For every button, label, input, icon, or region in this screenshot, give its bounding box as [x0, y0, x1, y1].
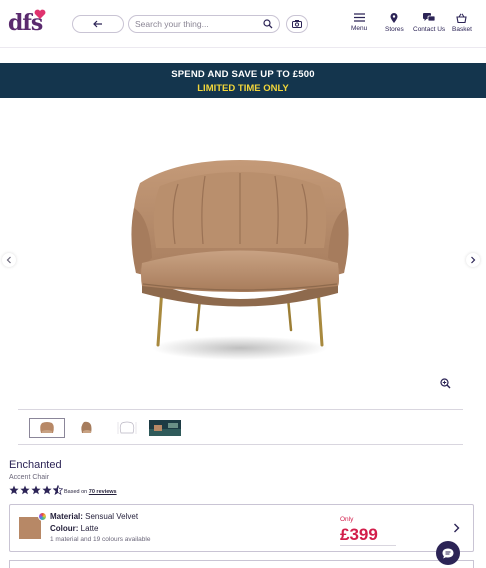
thumbnail-image — [40, 422, 54, 433]
nav-contact-us[interactable]: Contact Us — [413, 13, 445, 33]
camera-icon — [292, 20, 302, 28]
site-header: dfs Menu Stores — [0, 0, 486, 48]
half-star-icon — [53, 485, 63, 495]
nav-stores-label: Stores — [385, 26, 404, 33]
nav-menu-label: Menu — [351, 25, 368, 32]
star-icon — [9, 485, 19, 495]
star-icon — [31, 485, 41, 495]
gallery-next-button[interactable] — [466, 253, 480, 267]
thumbnail-dimensions[interactable] — [109, 418, 145, 438]
availability-text: 1 material and 19 colours available — [50, 536, 151, 543]
menu-icon — [353, 13, 365, 22]
colour-line: Colour: Latte — [50, 524, 98, 533]
product-gallery[interactable] — [0, 98, 486, 404]
star-icon — [42, 485, 52, 495]
thumbnail-image — [149, 420, 181, 436]
promo-headline: SPEND AND SAVE UP TO £500 — [171, 69, 315, 80]
star-icon — [20, 485, 30, 495]
product-type: Accent Chair — [9, 474, 50, 481]
nav-basket-label: Basket — [452, 26, 472, 33]
price-prefix: Only — [340, 516, 354, 523]
arrow-left-icon — [93, 20, 102, 28]
thumbnail-image — [117, 421, 137, 434]
chat-icon — [442, 548, 454, 558]
thumbnail-image — [81, 421, 92, 433]
thumbnail-strip — [18, 409, 463, 445]
chat-bubbles-icon — [423, 13, 436, 22]
nav-menu[interactable]: Menu — [351, 13, 367, 32]
colour-wheel-icon — [38, 512, 47, 521]
chevron-left-icon — [6, 256, 11, 264]
search-input[interactable] — [135, 19, 255, 29]
nav-stores[interactable]: Stores — [385, 13, 404, 33]
star-rating[interactable] — [9, 485, 63, 495]
chat-button[interactable] — [436, 541, 460, 565]
colour-swatch — [19, 517, 41, 539]
review-summary: Based on 70 reviews — [64, 489, 117, 495]
zoom-icon[interactable] — [440, 378, 451, 389]
product-title: Enchanted — [9, 459, 62, 471]
camera-search-button[interactable] — [286, 15, 308, 33]
nav-contact-label: Contact Us — [413, 26, 446, 33]
material-line: Material: Sensual Velvet — [50, 512, 138, 521]
thumbnail-room-scene[interactable] — [147, 418, 183, 438]
material-colour-selector[interactable]: Material: Sensual Velvet Colour: Latte 1… — [9, 504, 474, 552]
location-pin-icon — [390, 13, 398, 23]
promo-banner[interactable]: SPEND AND SAVE UP TO £500 LIMITED TIME O… — [0, 63, 486, 98]
promo-subline: LIMITED TIME ONLY — [197, 83, 289, 94]
thumbnail-front[interactable] — [29, 418, 65, 438]
search-icon[interactable] — [263, 19, 273, 29]
gallery-prev-button[interactable] — [2, 253, 16, 267]
product-image — [131, 160, 349, 360]
next-section-card — [9, 560, 474, 568]
back-button[interactable] — [72, 15, 124, 33]
search-box — [128, 15, 280, 33]
heart-icon — [34, 9, 46, 19]
chevron-right-icon — [471, 256, 476, 264]
price-divider — [340, 545, 396, 546]
thumbnail-angle[interactable] — [69, 418, 105, 438]
chevron-right-icon — [454, 523, 460, 533]
based-on-text: Based on — [64, 489, 88, 495]
basket-icon — [456, 13, 468, 23]
material-value: Sensual Velvet — [85, 512, 139, 521]
reviews-link[interactable]: 70 reviews — [89, 489, 117, 495]
colour-label: Colour: — [50, 524, 79, 533]
colour-value: Latte — [80, 524, 99, 533]
nav-basket[interactable]: Basket — [452, 13, 472, 33]
material-label: Material: — [50, 512, 83, 521]
price: £399 — [340, 525, 378, 544]
